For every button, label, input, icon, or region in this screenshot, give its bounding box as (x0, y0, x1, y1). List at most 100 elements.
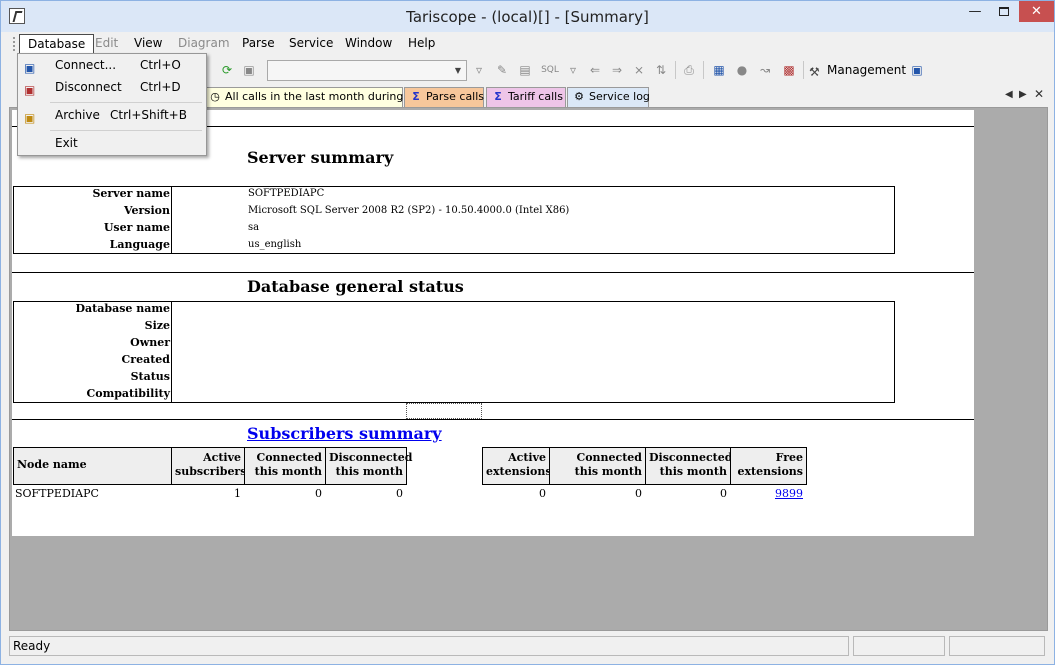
version-label: Version (123, 204, 170, 217)
language-label: Language (109, 238, 170, 251)
toolbar-separator (803, 61, 804, 79)
edit-filter-icon[interactable]: ✎ (494, 62, 510, 78)
focus-rectangle (406, 403, 482, 419)
compatibility-label: Compatibility (86, 387, 170, 400)
subscribers-summary-link[interactable]: Subscribers summary (247, 424, 442, 443)
tab-label: Tariff calls (508, 90, 563, 103)
header-connected-month: Connected this month (244, 447, 326, 485)
menu-item-archive[interactable]: ▣ Archive Ctrl+Shift+B (20, 104, 204, 126)
version-value: Microsoft SQL Server 2008 R2 (SP2) - 10.… (248, 205, 570, 216)
no-filter-icon[interactable]: ⨯ (631, 62, 647, 78)
minimize-button[interactable]: — (961, 1, 989, 22)
management-button[interactable]: ⚒ Management (809, 61, 906, 79)
status-label: Status (130, 370, 170, 383)
line-chart-icon[interactable]: ↝ (757, 62, 773, 78)
menu-item-disconnect[interactable]: ▣ Disconnect Ctrl+D (20, 76, 204, 98)
menu-window[interactable]: Window (337, 34, 400, 54)
menu-separator (50, 102, 202, 103)
grid-icon[interactable]: ▦ (711, 62, 727, 78)
arrow-right-icon[interactable]: ⇒ (609, 62, 625, 78)
menu-parse[interactable]: Parse (234, 34, 283, 54)
pie-chart-icon[interactable]: ● (734, 62, 750, 78)
server-name-label: Server name (92, 187, 170, 200)
divider (12, 272, 974, 273)
menu-item-shortcut: Ctrl+O (140, 58, 181, 72)
print-icon[interactable]: ⎙ (681, 62, 697, 78)
menu-item-label: Archive (55, 108, 100, 122)
column-divider (171, 302, 172, 402)
clock-icon: ◷ (210, 90, 220, 103)
content-area: Server summary Server name SOFTPEDIAPC V… (9, 107, 1048, 631)
user-name-value: sa (248, 222, 260, 233)
archive-icon: ▣ (24, 111, 36, 125)
tab-service-log[interactable]: ⚙ Service log (567, 87, 650, 107)
tab-parse-calls[interactable]: Σ Parse calls (404, 87, 484, 107)
owner-label: Owner (130, 336, 170, 349)
tab-tariff-calls[interactable]: Σ Tariff calls (486, 87, 566, 107)
export-icon[interactable]: ▩ (781, 62, 797, 78)
menu-edit[interactable]: Edit (87, 34, 126, 54)
gear-icon: ⚙ (574, 90, 584, 103)
tab-label: Parse calls (426, 90, 485, 103)
cell-disconnected-ext: 0 (720, 487, 727, 500)
tools-icon: ⚒ (809, 65, 820, 79)
grip-handle[interactable] (13, 37, 16, 51)
header-disconnected-ext-month: Disconnected this month (645, 447, 732, 485)
summary-report: Server summary Server name SOFTPEDIAPC V… (12, 110, 974, 536)
filter-icon[interactable]: ▿ (471, 62, 487, 78)
header-free-extensions: Free extensions (730, 447, 807, 485)
refresh-icon[interactable]: ⟳ (219, 62, 235, 78)
database-icon[interactable]: ▣ (909, 62, 925, 78)
chevron-down-icon[interactable]: ▼ (452, 63, 464, 78)
server-name-value: SOFTPEDIAPC (248, 188, 325, 199)
menu-bar: Database Edit View Diagram Parse Service… (9, 33, 1048, 55)
menu-diagram[interactable]: Diagram (170, 34, 238, 54)
tab-scroll-left-icon[interactable]: ◀ (1005, 89, 1013, 100)
user-name-label: User name (103, 221, 170, 234)
size-label: Size (144, 319, 170, 332)
report-icon[interactable]: ▣ (241, 62, 257, 78)
sql-icon[interactable]: SQL (539, 62, 561, 78)
divider (12, 419, 974, 420)
tab-scroll-right-icon[interactable]: ▶ (1019, 89, 1027, 100)
menu-item-label: Exit (55, 136, 78, 150)
language-value: us_english (248, 239, 302, 250)
sort-icon[interactable]: ⇅ (653, 62, 669, 78)
sigma-icon: Σ (412, 90, 420, 103)
title-bar: Tariscope - (local)[] - [Summary] — ✕ (1, 1, 1054, 32)
window-title: Tariscope - (local)[] - [Summary] (406, 8, 649, 26)
arrow-left-icon[interactable]: ⇐ (587, 62, 603, 78)
menu-database[interactable]: Database (19, 34, 95, 54)
menu-item-exit[interactable]: Exit (20, 132, 204, 154)
cell-free-extensions: 9899 (730, 487, 803, 500)
server-summary-table: Server name SOFTPEDIAPC Version Microsof… (13, 186, 895, 254)
cell-node-name: SOFTPEDIAPC (15, 487, 99, 500)
close-button[interactable]: ✕ (1019, 1, 1054, 22)
maximize-button[interactable] (990, 1, 1018, 22)
menu-help[interactable]: Help (400, 34, 443, 54)
sigma-icon: Σ (494, 90, 502, 103)
menu-item-connect[interactable]: ▣ Connect... Ctrl+O (20, 54, 204, 76)
filter-combo[interactable]: ▼ (267, 60, 467, 81)
status-bar: Ready (9, 634, 1048, 658)
clear-filter-icon[interactable]: ▿ (565, 62, 581, 78)
created-label: Created (121, 353, 170, 366)
header-active-subscribers: Active subscribers (171, 447, 246, 485)
toolbar-separator (703, 61, 704, 79)
management-label: Management (827, 63, 907, 77)
toolbar-separator (675, 61, 676, 79)
status-panel (853, 636, 945, 656)
menu-separator (50, 130, 202, 131)
filter-settings-icon[interactable]: ▤ (517, 62, 533, 78)
cell-connected: 0 (315, 487, 322, 500)
tab-offhours-calls[interactable]: ◷ All calls in the last month during off-… (203, 87, 432, 107)
menu-item-label: Disconnect (55, 80, 122, 94)
free-extensions-link[interactable]: 9899 (775, 487, 803, 500)
header-disconnected-month: Disconnected this month (325, 447, 412, 485)
connect-icon: ▣ (24, 61, 36, 75)
menu-view[interactable]: View (126, 34, 170, 54)
disconnect-icon: ▣ (24, 83, 36, 97)
tab-close-icon[interactable]: ✕ (1034, 87, 1044, 101)
menu-service[interactable]: Service (281, 34, 341, 54)
subscribers-summary-title[interactable]: Subscribers summary (247, 424, 442, 443)
